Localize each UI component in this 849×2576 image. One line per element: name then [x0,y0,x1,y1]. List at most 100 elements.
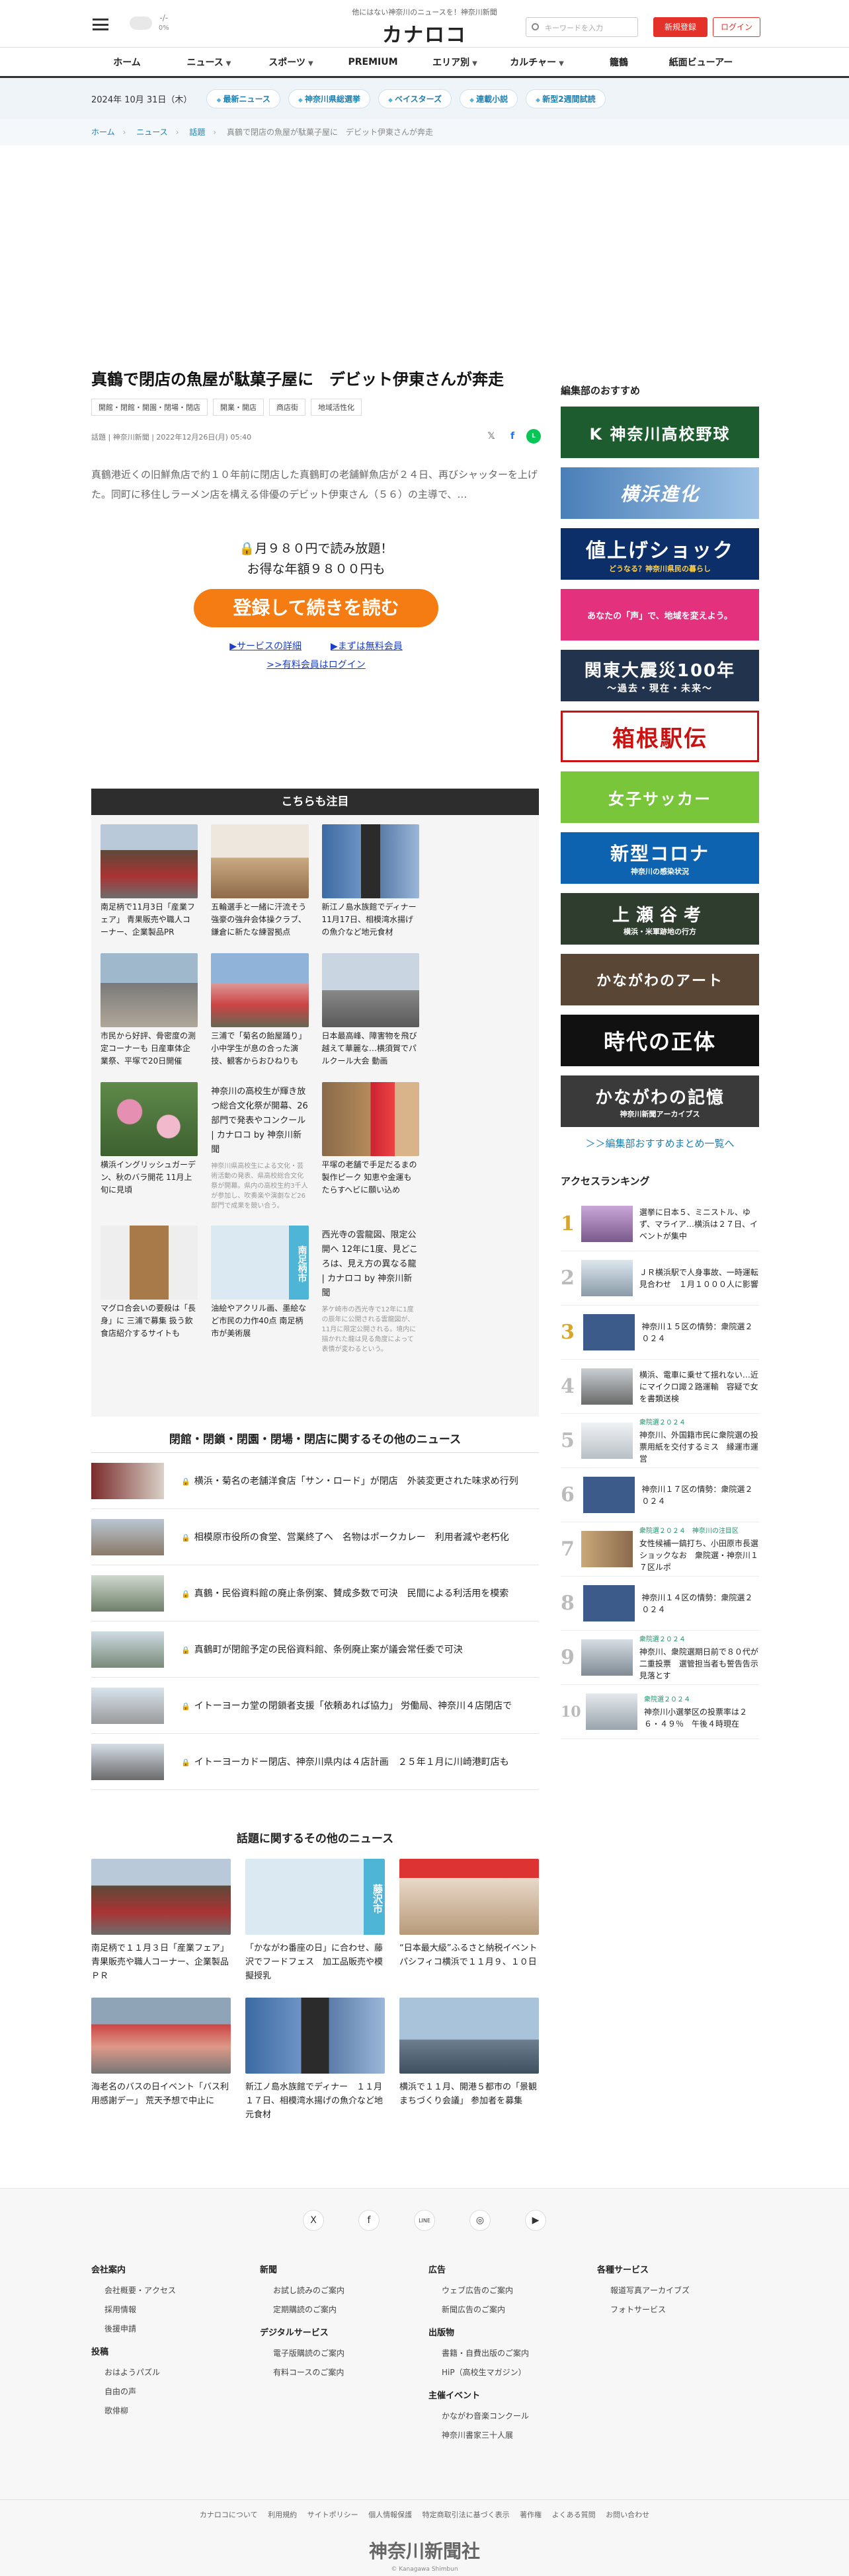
list-item[interactable]: 横浜・菊名の老舗洋食店「サン・ロード」が閉店 外装変更された味求め行列 [91,1453,539,1509]
topic-card[interactable]: 海老名のバスの日イベント「バス利用感謝デー」 荒天予想で中止に [91,1998,231,2122]
attention-card[interactable]: 新江ノ島水族館でディナー 11月17日、相模湾水揚げの魚介など地元食材 [321,824,419,939]
line-icon[interactable]: LINE [414,2210,435,2231]
ranking-item[interactable]: 5 衆院選２０２４ 神奈川、外国籍市民に衆院選の投票用紙を交付するミス 縁運市運営 [561,1414,759,1468]
article-tag[interactable]: 地域活性化 [311,399,362,416]
topic-card[interactable]: “日本最大級”ふるさと納税イベント パシフィコ横浜で１１月９、１０日 [399,1859,546,1983]
x-icon[interactable]: X [303,2210,324,2231]
footer-link[interactable]: かながわ音楽コンクール [428,2406,597,2425]
banner-kanagawa-art[interactable]: かながわのアート [561,954,759,1005]
ranking-item[interactable]: 6 神奈川１７区の情勢：衆院選２０２４ [561,1468,759,1522]
banner-kamiseya[interactable]: 上瀬谷考 横浜・米軍跡地の行方 [561,893,759,945]
footer-bottom-link[interactable]: お問い合わせ [606,2511,649,2519]
banner-great-kanto-earthquake[interactable]: 関東大震災100年 〜過去・現在・未来〜 [561,650,759,701]
banner-hakone-ekiden[interactable]: 箱根駅伝 [561,711,759,762]
attention-card[interactable]: 横浜イングリッシュガーデン、秋のバラ開花 11月上旬に見頃 [101,1082,198,1211]
attention-card[interactable]: 市民から好評、骨密度の測定コーナーも 日産車体企業祭、平塚で20日開催 [101,953,198,1068]
footer-link[interactable]: 後援申請 [91,2319,260,2338]
list-item[interactable]: イトーヨーカドー閉店、神奈川県内は４店計画 ２５年１月に川崎港町店も [91,1734,539,1790]
article-tag[interactable]: 開館・閉館・開園・閉場・閉店 [91,399,208,416]
facebook-icon[interactable]: f [358,2210,380,2231]
footer-link[interactable]: お試し読みのご案内 [260,2281,428,2300]
nav-sports[interactable]: スポーツ ▼ [250,56,332,69]
footer-link[interactable]: 採用情報 [91,2300,260,2319]
ranking-item[interactable]: 2 ＪＲ横浜駅で人身事故、一時運転見合わせ １月１０００人に影響 [561,1251,759,1306]
banner-covid[interactable]: 新型コロナ 神奈川の感染状況 [561,832,759,884]
attention-card[interactable]: 神奈川の高校生が輝き放つ総合文化祭が開幕、26部門で発表やコンクール | カナロ… [211,1082,308,1211]
attention-card[interactable]: 平塚の老舗で手足だるまの製作ピーク 知恵や金運もたらすヘビに願い込め [321,1082,419,1211]
topic-card[interactable]: 新江ノ島水族館でディナー １１月１７日、相模湾水揚げの魚介など地元食材 [245,1998,385,2122]
footer-link[interactable]: フォトサービス [597,2300,766,2319]
footer-link[interactable]: ウェブ広告のご案内 [428,2281,597,2300]
topic-card[interactable]: 南足柄で１１月３日「産業フェア」 青果販売や職人コーナー、企業製品ＰＲ [91,1859,231,1983]
footer-link[interactable]: 定期購読のご案内 [260,2300,428,2319]
ranking-item[interactable]: 4 横浜、電車に乗せて揺れない…近にマイクロ諏２路運輸 容疑で女を書類送検 [561,1360,759,1414]
breadcrumb-home[interactable]: ホーム [91,128,115,137]
ranking-item[interactable]: 7 衆院選２０２４ 神奈川の注目区 女性候補一鎬打ち、小田原市長選ショックなお 衆院… [561,1522,759,1577]
footer-link[interactable]: 電子版購読のご案内 [260,2343,428,2362]
footer-link[interactable]: おはようパズル [91,2362,260,2382]
topic-tag[interactable]: 最新ニュース [206,89,280,108]
footer-logo[interactable]: 神奈川新聞社 [0,2537,849,2563]
attention-card[interactable]: 三浦で「菊名の飴屋踊り」 小中学生が息の合った演技、観客からおひねりも [211,953,309,1068]
article-tag[interactable]: 商店街 [269,399,305,416]
article-tag[interactable]: 開業・開店 [213,399,264,416]
nav-premium[interactable]: PREMIUM [332,57,414,67]
youtube-icon[interactable]: ▶ [525,2210,546,2231]
attention-card[interactable]: 日本最高峰、障害物を飛び越えて華麗な…横須賀でパルクール大会 動画 [321,953,419,1068]
footer-bottom-link[interactable]: 特定商取引法に基づく表示 [423,2511,510,2519]
nav-area[interactable]: エリア別 ▼ [414,56,496,69]
banner-jidai-no-shotai[interactable]: 時代の正体 [561,1015,759,1066]
paid-login-link[interactable]: >>有料会員はログイン [266,660,365,670]
more-recommendations-link[interactable]: ＞＞編集部おすすめまとめ一覧へ [561,1136,759,1150]
x-share-icon[interactable]: 𝕏 [484,429,499,444]
footer-link[interactable]: 歌俳柳 [91,2401,260,2420]
footer-link[interactable]: 自由の声 [91,2382,260,2401]
instagram-icon[interactable]: ◎ [469,2210,491,2231]
ranking-item[interactable]: 9 衆院選２０２４ 神奈川、衆院選期日前で８０代が二重投票 選管担当者も誓告告示見落… [561,1631,759,1685]
footer-bottom-link[interactable]: 著作権 [520,2511,542,2519]
footer-link[interactable]: 会社概要・アクセス [91,2281,260,2300]
banner-kanagawa-memory[interactable]: かながわの記憶 神奈川新聞アーカイブス [561,1075,759,1127]
nav-culture[interactable]: カルチャー ▼ [496,56,578,69]
footer-link[interactable]: 報道写真アーカイブズ [597,2281,766,2300]
ranking-item[interactable]: 3 神奈川１５区の情勢：衆院選２０２４ [561,1306,759,1360]
footer-bottom-link[interactable]: よくある質問 [552,2511,596,2519]
free-member-link[interactable]: ▶まずは無料会員 [331,641,403,652]
nav-home[interactable]: ホーム [86,56,168,69]
topic-tag[interactable]: 新型2週間試読 [526,89,606,108]
nav-paper-viewer[interactable]: 紙面ビューアー [660,56,742,69]
breadcrumb-topic[interactable]: 話題 [189,128,205,137]
footer-link[interactable]: 新聞広告のご案内 [428,2300,597,2319]
topic-tag[interactable]: 連載小説 [460,89,518,108]
facebook-share-icon[interactable]: f [505,429,520,444]
nav-obituary[interactable]: 籠鶴 [578,56,660,69]
topic-tag[interactable]: 神奈川県総選挙 [288,89,370,108]
ranking-item[interactable]: 10 衆院選２０２４ 神奈川小選挙区の投票率は２６・４９％ 午後４時現在 [561,1685,759,1739]
list-item[interactable]: 相模原市役所の食堂、営業終了へ 名物はポークカレー 利用者減や老朽化 [91,1509,539,1565]
attention-card[interactable]: 南足柄で11月3日「産業フェア」 青果販売や職人コーナー、企業製品PR [101,824,198,939]
banner-yokohama-shinka[interactable]: 横浜進化 [561,467,759,519]
banner-women-soccer[interactable]: 女子サッカー [561,771,759,823]
register-button[interactable]: 新規登録 [653,17,708,37]
footer-bottom-link[interactable]: 個人情報保護 [368,2511,412,2519]
nav-news[interactable]: ニュース ▼ [168,56,250,69]
list-item[interactable]: イトーヨーカ堂の閉鎖者支援「依頼あれば協力」 労働局、神奈川４店閉店で [91,1678,539,1734]
breadcrumb-news[interactable]: ニュース [136,128,167,137]
search-input[interactable]: キーワードを入力 [526,17,638,37]
attention-card[interactable]: 南足柄市 油絵やアクリル画、墨絵など市民の力作40点 南足柄市が美術展 [211,1226,309,1354]
footer-link[interactable]: 有料コースのご案内 [260,2362,428,2382]
footer-link[interactable]: 書籍・自費出版のご案内 [428,2343,597,2362]
banner-highschool-baseball[interactable]: K 神奈川高校野球 [561,407,759,458]
footer-bottom-link[interactable]: 利用規約 [268,2511,297,2519]
attention-card[interactable]: 西光寺の雲龍図、限定公開へ 12年に1度、見どころは、見え方の異なる龍 | カナ… [322,1226,419,1354]
attention-card[interactable]: 五輪選手と一緒に汗流そう 強豪の強弁会体操クラブ、鎌倉に新たな練習拠点 [211,824,309,939]
footer-link[interactable]: HiP（高校生マガジン） [428,2362,597,2382]
list-item[interactable]: 真鶴町が閉館予定の民俗資料館、条例廃止案が議会常任委で可決 [91,1621,539,1678]
ranking-item[interactable]: 1 選挙に日本５、ミニストル、ゆず、マライア…横浜は２７日、イベントが集中 [561,1197,759,1251]
banner-voice[interactable]: あなたの「声」で、地域を変えよう。 [561,589,759,641]
ranking-item[interactable]: 8 神奈川１４区の情勢：衆院選２０２４ [561,1577,759,1631]
footer-link[interactable]: 神奈川書家三十人展 [428,2425,597,2444]
topic-card[interactable]: 横浜で１１月、開港５都市の「景観まちづくり会議」 参加者を募集 [399,1998,539,2122]
list-item[interactable]: 真鶴・民俗資料館の廃止条例案、賛成多数で可決 民間による利活用を模索 [91,1565,539,1621]
footer-bottom-link[interactable]: サイトポリシー [307,2511,358,2519]
